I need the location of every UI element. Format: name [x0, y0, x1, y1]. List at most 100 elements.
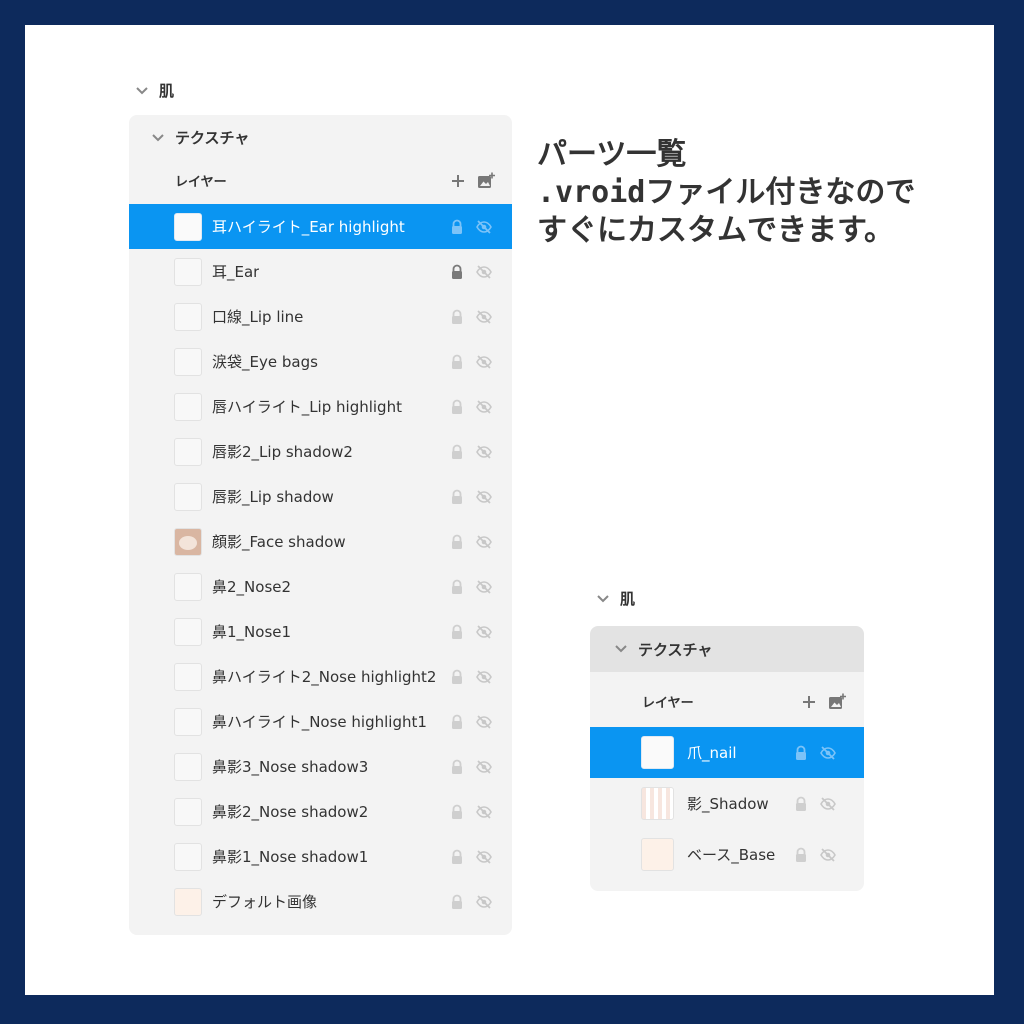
lock-icon[interactable] [449, 624, 465, 640]
layer-row[interactable]: 影_Shadow [590, 778, 864, 829]
plus-icon[interactable] [800, 693, 818, 711]
layer-row[interactable]: 唇影_Lip shadow [129, 474, 512, 519]
layer-thumbnail [174, 662, 202, 691]
lock-icon[interactable] [449, 669, 465, 685]
chevron-down-icon [597, 594, 609, 602]
eye-off-icon[interactable] [476, 714, 492, 730]
layer-actions [449, 849, 492, 865]
layer-thumbnail [641, 838, 674, 871]
layers-header: レイヤー [642, 692, 846, 711]
lock-icon[interactable] [449, 399, 465, 415]
layers-label: レイヤー [175, 175, 227, 190]
layer-label: 鼻ハイライト_Nose highlight1 [212, 713, 427, 731]
layer-row[interactable]: 唇ハイライト_Lip highlight [129, 384, 512, 429]
layer-row[interactable]: 爪_nail [590, 727, 864, 778]
promo-line-3: すぐにカスタムできます。 [537, 213, 894, 248]
lock-icon[interactable] [793, 796, 809, 812]
lock-icon[interactable] [449, 579, 465, 595]
lock-icon[interactable] [449, 804, 465, 820]
eye-off-icon[interactable] [476, 849, 492, 865]
add-image-icon[interactable] [828, 693, 846, 711]
chevron-down-icon [152, 133, 164, 141]
layer-label: 顔影_Face shadow [212, 533, 346, 551]
texture-label: テクスチャ [175, 129, 250, 147]
layer-row[interactable]: 耳ハイライト_Ear highlight [129, 204, 512, 249]
layer-thumbnail [174, 527, 202, 556]
layer-row[interactable]: 耳_Ear [129, 249, 512, 294]
lock-icon[interactable] [449, 444, 465, 460]
texture-panel-2: テクスチャ レイヤー 爪_nail 影_Shadow ベース_Base [590, 626, 864, 891]
eye-off-icon[interactable] [476, 579, 492, 595]
layer-row[interactable]: 口線_Lip line [129, 294, 512, 339]
layer-actions [449, 579, 492, 595]
lock-icon[interactable] [449, 489, 465, 505]
layer-label: 唇影2_Lip shadow2 [212, 443, 353, 461]
promo-line-2: .vroidファイル付きなので [537, 175, 916, 210]
layer-thumbnail [174, 887, 202, 916]
layer-actions [449, 489, 492, 505]
lock-icon[interactable] [449, 759, 465, 775]
group-label: 肌 [159, 82, 175, 100]
texture-section-header[interactable]: テクスチャ [590, 626, 864, 672]
plus-icon[interactable] [449, 172, 467, 190]
add-image-icon[interactable] [477, 172, 495, 190]
eye-off-icon[interactable] [476, 624, 492, 640]
layer-actions [449, 444, 492, 460]
layer-actions [449, 804, 492, 820]
layer-thumbnail [174, 617, 202, 646]
layer-thumbnail [641, 787, 674, 820]
eye-off-icon[interactable] [476, 309, 492, 325]
eye-off-icon[interactable] [476, 444, 492, 460]
lock-icon[interactable] [449, 534, 465, 550]
lock-icon[interactable] [449, 264, 465, 280]
eye-off-icon[interactable] [476, 669, 492, 685]
lock-icon[interactable] [449, 309, 465, 325]
eye-off-icon[interactable] [476, 894, 492, 910]
eye-off-icon[interactable] [476, 489, 492, 505]
layer-row[interactable]: 鼻ハイライト_Nose highlight1 [129, 699, 512, 744]
eye-off-icon[interactable] [476, 264, 492, 280]
layer-row[interactable]: ベース_Base [590, 829, 864, 880]
eye-off-icon[interactable] [476, 219, 492, 235]
eye-off-icon[interactable] [476, 534, 492, 550]
layer-row[interactable]: デフォルト画像 [129, 879, 512, 924]
lock-icon[interactable] [449, 894, 465, 910]
eye-off-icon[interactable] [476, 759, 492, 775]
lock-icon[interactable] [449, 714, 465, 730]
layer-actions [449, 894, 492, 910]
skin-group-header[interactable]: 肌 [133, 80, 174, 101]
promo-text: パーツ一覧 .vroidファイル付きなので すぐにカスタムできます。 [537, 136, 915, 250]
lock-icon[interactable] [793, 847, 809, 863]
layer-row[interactable]: 涙袋_Eye bags [129, 339, 512, 384]
layer-row[interactable]: 鼻影2_Nose shadow2 [129, 789, 512, 834]
eye-off-icon[interactable] [820, 847, 836, 863]
layer-label: 爪_nail [687, 744, 737, 762]
layer-row[interactable]: 鼻ハイライト2_Nose highlight2 [129, 654, 512, 699]
eye-off-icon[interactable] [476, 804, 492, 820]
eye-off-icon[interactable] [820, 796, 836, 812]
eye-off-icon[interactable] [820, 745, 836, 761]
layer-actions [449, 714, 492, 730]
lock-icon[interactable] [449, 849, 465, 865]
lock-icon[interactable] [449, 219, 465, 235]
texture-label: テクスチャ [638, 640, 713, 659]
layer-label: 鼻1_Nose1 [212, 623, 292, 641]
layer-thumbnail [174, 482, 202, 511]
layer-row[interactable]: 鼻1_Nose1 [129, 609, 512, 654]
layer-actions [449, 309, 492, 325]
layer-row[interactable]: 顔影_Face shadow [129, 519, 512, 564]
layer-row[interactable]: 鼻影1_Nose shadow1 [129, 834, 512, 879]
eye-off-icon[interactable] [476, 354, 492, 370]
skin-group-header-2[interactable]: 肌 [594, 588, 635, 609]
layer-row[interactable]: 鼻2_Nose2 [129, 564, 512, 609]
layer-label: 鼻ハイライト2_Nose highlight2 [212, 668, 437, 686]
lock-icon[interactable] [793, 745, 809, 761]
layer-row[interactable]: 鼻影3_Nose shadow3 [129, 744, 512, 789]
eye-off-icon[interactable] [476, 399, 492, 415]
texture-section-header[interactable]: テクスチャ [149, 127, 249, 148]
layer-list: 爪_nail 影_Shadow ベース_Base [590, 727, 864, 880]
layers-header: レイヤー [175, 171, 495, 190]
layer-row[interactable]: 唇影2_Lip shadow2 [129, 429, 512, 474]
lock-icon[interactable] [449, 354, 465, 370]
layer-thumbnail [174, 572, 202, 601]
